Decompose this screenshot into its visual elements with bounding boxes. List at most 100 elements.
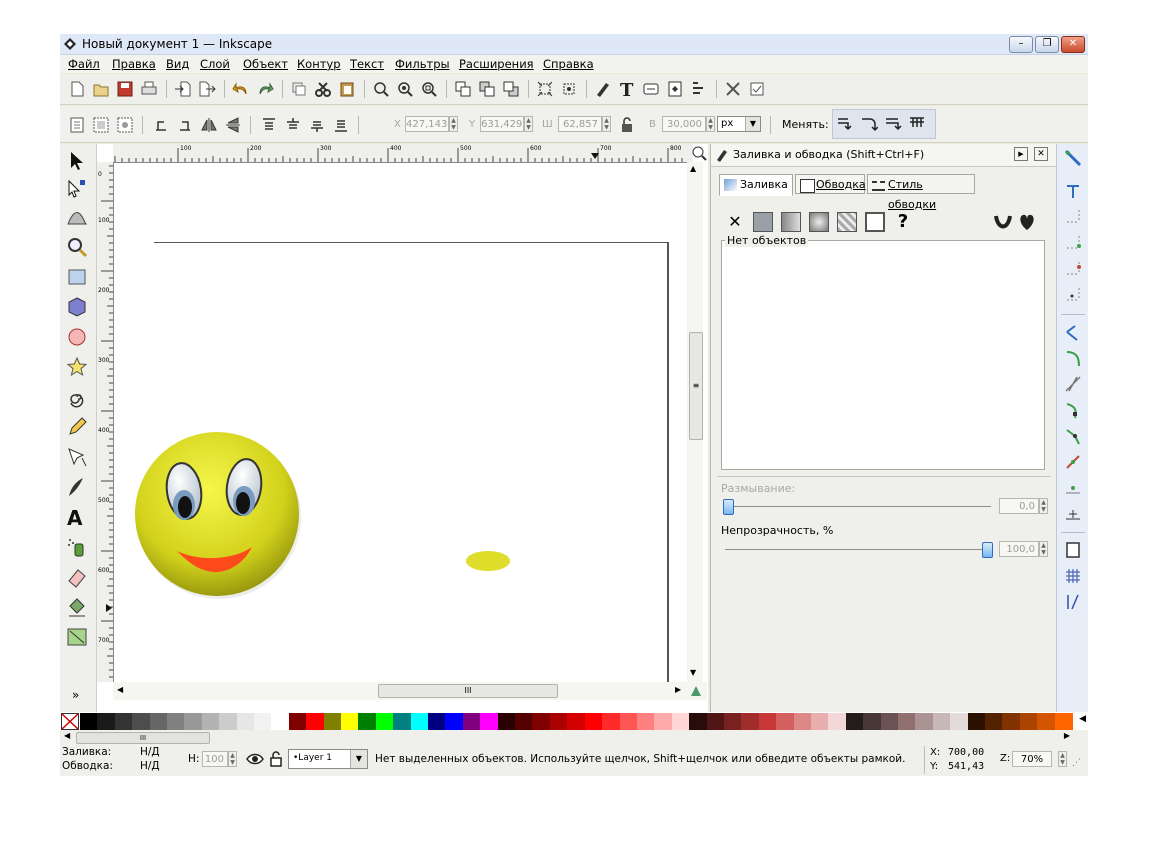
more-tools-icon[interactable]: » xyxy=(72,688,79,702)
zoom-spinner[interactable]: ▲ ▼ xyxy=(1058,751,1067,767)
menu-object[interactable]: Объект xyxy=(243,57,288,71)
paste-icon[interactable] xyxy=(338,80,356,98)
color-swatch[interactable] xyxy=(323,713,342,730)
color-swatch[interactable] xyxy=(341,713,360,730)
smiley-face-drawing[interactable] xyxy=(132,429,302,599)
maximize-button[interactable]: ❐ xyxy=(1035,36,1059,53)
gradient-tool-icon[interactable] xyxy=(66,626,88,648)
color-swatch[interactable] xyxy=(236,713,255,730)
unit-select[interactable]: px ▼ xyxy=(717,116,761,132)
horizontal-scrollbar[interactable]: ◀ III ▶ xyxy=(113,682,707,700)
spray-tool-icon[interactable] xyxy=(66,536,88,558)
color-swatch[interactable] xyxy=(863,713,882,730)
blur-slider-knob[interactable] xyxy=(723,499,734,515)
x-field[interactable]: 427,143 xyxy=(405,116,449,132)
dialog-close-button[interactable]: ✕ xyxy=(1034,147,1048,161)
scroll-left-icon[interactable]: ◀ xyxy=(117,685,123,694)
node-tool-icon[interactable] xyxy=(66,178,88,200)
lower-to-bottom-icon[interactable] xyxy=(332,116,350,134)
checkbox-icon[interactable] xyxy=(748,80,766,98)
color-manage-icon[interactable] xyxy=(689,684,703,698)
color-swatch[interactable] xyxy=(880,713,899,730)
menu-layer[interactable]: Слой xyxy=(200,57,230,71)
color-swatch[interactable] xyxy=(706,713,725,730)
lock-icon[interactable] xyxy=(618,116,636,134)
dialog-collapse-button[interactable]: ▶ xyxy=(1014,147,1028,161)
color-swatch[interactable] xyxy=(149,713,168,730)
color-swatch[interactable] xyxy=(793,713,812,730)
raise-icon-2[interactable] xyxy=(284,116,302,134)
tab-stroke[interactable]: Обводка xyxy=(795,174,866,194)
paint-bucket-tool-icon[interactable] xyxy=(66,596,88,618)
menu-help[interactable]: Справка xyxy=(543,57,594,71)
star-tool-icon[interactable] xyxy=(66,356,88,378)
snap-smooth-nodes-icon[interactable] xyxy=(1063,426,1083,446)
print-icon[interactable] xyxy=(140,80,158,98)
save-icon[interactable] xyxy=(116,80,134,98)
spiral-tool-icon[interactable] xyxy=(66,386,88,408)
eye-visibility-icon[interactable] xyxy=(246,750,264,768)
fill-stroke-icon[interactable] xyxy=(594,80,612,98)
color-swatch[interactable] xyxy=(950,713,969,730)
color-swatch[interactable] xyxy=(114,713,133,730)
menu-view[interactable]: Вид xyxy=(166,57,189,71)
pen-tool-icon[interactable] xyxy=(66,446,88,468)
select-all-icon[interactable] xyxy=(68,116,86,134)
color-swatch[interactable] xyxy=(602,713,621,730)
snap-bbox-edges-icon[interactable] xyxy=(1063,206,1083,226)
ellipse-tool-icon[interactable] xyxy=(66,326,88,348)
snap-page-border-icon[interactable] xyxy=(1063,540,1083,560)
layer-select[interactable]: •Layer 1 ▼ xyxy=(288,749,368,769)
rotate-ccw-icon[interactable] xyxy=(152,116,170,134)
swatch-icon[interactable] xyxy=(865,212,885,232)
deselect-icon[interactable] xyxy=(116,116,134,134)
vertical-scrollbar[interactable]: ▲ ≡ ▼ xyxy=(687,162,703,682)
color-swatch[interactable] xyxy=(1037,713,1056,730)
zoom-drawing-icon[interactable] xyxy=(396,80,414,98)
color-swatch[interactable] xyxy=(584,713,603,730)
color-swatch[interactable] xyxy=(428,713,447,730)
tweak-tool-icon[interactable] xyxy=(66,206,88,228)
group-icon[interactable] xyxy=(454,80,472,98)
color-swatch[interactable] xyxy=(288,713,307,730)
snap-bbox-midpoints-icon[interactable] xyxy=(1063,258,1083,278)
opacity-spinner[interactable]: ▲ ▼ xyxy=(1039,541,1048,557)
color-swatch[interactable] xyxy=(1002,713,1021,730)
opacity-field[interactable]: 100,0 xyxy=(999,541,1039,557)
color-swatch[interactable] xyxy=(393,713,412,730)
snap-grid-icon[interactable] xyxy=(1063,566,1083,586)
color-swatch[interactable] xyxy=(445,713,464,730)
horizontal-scroll-thumb[interactable]: III xyxy=(378,684,558,698)
color-swatch[interactable] xyxy=(410,713,429,730)
color-swatch[interactable] xyxy=(480,713,499,730)
palette-scroll-left-icon[interactable]: ◀ xyxy=(64,731,70,740)
xml-editor-icon[interactable] xyxy=(642,80,660,98)
color-swatch[interactable] xyxy=(810,713,829,730)
undo-icon[interactable] xyxy=(232,80,250,98)
text-tool-icon[interactable]: A xyxy=(66,506,88,528)
menu-filters[interactable]: Фильтры xyxy=(395,57,450,71)
y-spinner[interactable]: ▲ ▼ xyxy=(524,116,533,132)
h-spinner[interactable]: ▲ ▼ xyxy=(706,116,715,132)
color-swatch[interactable] xyxy=(201,713,220,730)
menu-text[interactable]: Текст xyxy=(350,57,384,71)
color-swatch[interactable] xyxy=(1054,713,1073,730)
color-swatch[interactable] xyxy=(932,713,951,730)
layer-lock-icon[interactable] xyxy=(268,750,284,768)
raise-icon[interactable] xyxy=(478,80,496,98)
menu-path[interactable]: Контур xyxy=(297,57,341,71)
zoom-page-icon[interactable] xyxy=(420,80,438,98)
scale-corners-icon[interactable] xyxy=(860,115,878,133)
snap-enable-icon[interactable] xyxy=(1063,148,1083,168)
color-swatch[interactable] xyxy=(915,713,934,730)
x-spinner[interactable]: ▲ ▼ xyxy=(449,116,458,132)
color-swatch[interactable] xyxy=(549,713,568,730)
blur-field[interactable]: 0,0 xyxy=(999,498,1039,514)
minimize-button[interactable]: – xyxy=(1009,36,1033,53)
snap-bbox-centers-icon[interactable] xyxy=(1063,284,1083,304)
zoom-tool-icon[interactable] xyxy=(66,236,88,258)
canvas-area[interactable]: 100 200 300 400 500 600 700 800 0 100 20… xyxy=(97,144,708,712)
pattern-icon[interactable] xyxy=(837,212,857,232)
snap-bbox-icon[interactable] xyxy=(1063,180,1083,200)
color-swatch[interactable] xyxy=(184,713,203,730)
